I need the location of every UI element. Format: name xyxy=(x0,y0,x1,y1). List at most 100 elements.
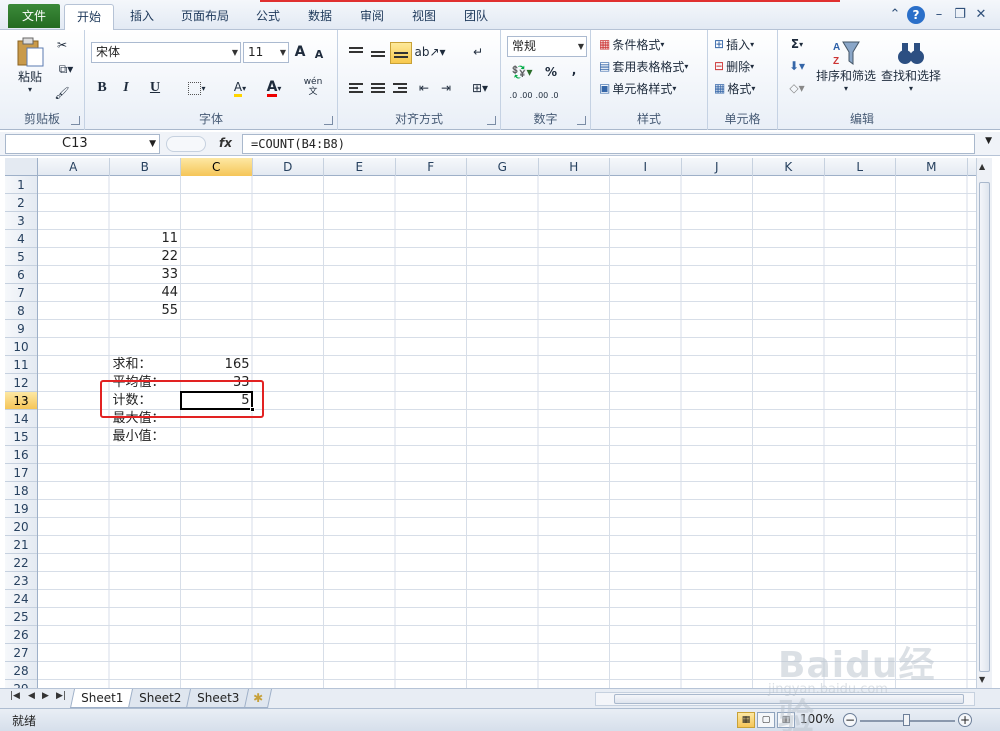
format-as-table-button[interactable]: ▤ 套用表格格式 ▾ xyxy=(599,56,707,76)
cell-b6[interactable]: 33 xyxy=(110,266,182,284)
wrap-text-button[interactable]: ↵ xyxy=(466,42,490,62)
row-header-19[interactable]: 19 xyxy=(5,500,37,518)
row-header-4[interactable]: 4 xyxy=(5,230,37,248)
page-layout-view-button[interactable]: ▢ xyxy=(757,712,775,728)
prev-sheet-icon[interactable]: ◀ xyxy=(28,691,35,701)
comma-button[interactable]: , xyxy=(567,60,581,80)
cell-b5[interactable]: 22 xyxy=(110,248,182,266)
zoom-slider-thumb[interactable] xyxy=(903,714,910,726)
tab-team[interactable]: 团队 xyxy=(454,4,498,30)
cell-area[interactable]: 11 22 33 44 55 求和： 165 平均值： 33 计数： 5 最大值： 最小值： xyxy=(38,176,976,688)
paste-button[interactable]: 粘贴 ▾ xyxy=(10,34,50,96)
font-color-button[interactable]: A ▾ xyxy=(259,78,289,98)
column-header-i[interactable]: I xyxy=(610,158,682,176)
worksheet-grid[interactable]: 11 22 33 44 55 求和： 165 平均值： 33 计数： 5 最大值： 最小值： ABCDE… xyxy=(5,158,976,688)
scroll-up-icon[interactable]: ▲ xyxy=(979,162,985,171)
fill-button[interactable]: ⬇▾ xyxy=(784,56,810,76)
row-header-15[interactable]: 15 xyxy=(5,428,37,446)
underline-button[interactable]: U xyxy=(141,78,169,98)
zoom-level[interactable]: 100% xyxy=(800,712,834,726)
cell-b11[interactable]: 求和： xyxy=(110,356,182,374)
font-launcher-icon[interactable] xyxy=(324,116,333,125)
decrease-indent-button[interactable]: ⇤ xyxy=(414,78,434,98)
zoom-out-button[interactable]: − xyxy=(843,713,857,727)
conditional-format-button[interactable]: ▦ 条件格式 ▾ xyxy=(599,34,703,54)
phonetic-button[interactable]: wén 文 xyxy=(297,76,329,98)
cell-c11[interactable]: 165 xyxy=(181,356,253,374)
row-header-5[interactable]: 5 xyxy=(5,248,37,266)
border-button[interactable]: ▾ xyxy=(183,78,211,98)
sheet-tab-sheet2[interactable]: Sheet2 xyxy=(127,689,193,708)
align-bottom-button[interactable] xyxy=(390,42,412,64)
row-header-27[interactable]: 27 xyxy=(5,644,37,662)
row-header-11[interactable]: 11 xyxy=(5,356,37,374)
column-header-d[interactable]: D xyxy=(253,158,324,176)
last-sheet-icon[interactable]: ▶| xyxy=(56,691,66,701)
sheet-tab-sheet3[interactable]: Sheet3 xyxy=(185,689,251,708)
row-header-1[interactable]: 1 xyxy=(5,176,37,194)
minimize-icon[interactable]: – xyxy=(930,6,948,24)
row-header-16[interactable]: 16 xyxy=(5,446,37,464)
number-format-select[interactable]: 常规 ▼ xyxy=(507,36,587,57)
normal-view-button[interactable]: ▦ xyxy=(737,712,755,728)
column-header-k[interactable]: K xyxy=(753,158,825,176)
cell-b4[interactable]: 11 xyxy=(110,230,182,248)
insert-function-button[interactable]: fx xyxy=(219,136,232,150)
formula-bar-resizer[interactable] xyxy=(166,136,206,152)
tab-formulas[interactable]: 公式 xyxy=(246,4,290,30)
fill-color-button[interactable]: A ▾ xyxy=(225,78,255,98)
decrease-decimal-button[interactable]: .00 .0 xyxy=(535,86,559,106)
name-box[interactable]: C13 ▼ xyxy=(5,134,160,154)
row-header-2[interactable]: 2 xyxy=(5,194,37,212)
row-header-14[interactable]: 14 xyxy=(5,410,37,428)
row-header-20[interactable]: 20 xyxy=(5,518,37,536)
column-header-a[interactable]: A xyxy=(38,158,110,176)
column-header-g[interactable]: G xyxy=(467,158,539,176)
row-header-6[interactable]: 6 xyxy=(5,266,37,284)
column-header-c[interactable]: C xyxy=(181,158,253,176)
increase-decimal-button[interactable]: .0 .00 xyxy=(509,86,533,106)
row-header-28[interactable]: 28 xyxy=(5,662,37,680)
horizontal-scroll-thumb[interactable] xyxy=(614,694,964,704)
row-header-24[interactable]: 24 xyxy=(5,590,37,608)
vertical-scrollbar[interactable]: ▲ ▼ xyxy=(976,158,992,688)
align-middle-button[interactable] xyxy=(368,42,388,62)
find-select-button[interactable]: 查找和选择 ▾ xyxy=(880,34,942,98)
row-header-21[interactable]: 21 xyxy=(5,536,37,554)
row-header-10[interactable]: 10 xyxy=(5,338,37,356)
select-all-button[interactable] xyxy=(5,158,38,176)
column-header-e[interactable]: E xyxy=(324,158,396,176)
zoom-in-button[interactable]: + xyxy=(958,713,972,727)
row-header-9[interactable]: 9 xyxy=(5,320,37,338)
column-header-f[interactable]: F xyxy=(396,158,467,176)
tab-file[interactable]: 文件 xyxy=(8,4,60,28)
font-name-select[interactable]: 宋体 ▼ xyxy=(91,42,241,63)
alignment-launcher-icon[interactable] xyxy=(487,116,496,125)
tab-data[interactable]: 数据 xyxy=(298,4,342,30)
row-header-12[interactable]: 12 xyxy=(5,374,37,392)
row-header-22[interactable]: 22 xyxy=(5,554,37,572)
column-header-m[interactable]: M xyxy=(896,158,968,176)
row-header-17[interactable]: 17 xyxy=(5,464,37,482)
sheet-tab-sheet1[interactable]: Sheet1 xyxy=(69,689,135,708)
autosum-button[interactable]: Σ ▾ xyxy=(784,34,810,54)
italic-button[interactable]: I xyxy=(117,78,135,98)
first-sheet-icon[interactable]: |◀ xyxy=(10,691,20,701)
horizontal-scrollbar[interactable] xyxy=(595,692,975,706)
row-header-25[interactable]: 25 xyxy=(5,608,37,626)
row-header-8[interactable]: 8 xyxy=(5,302,37,320)
vertical-scroll-thumb[interactable] xyxy=(979,182,990,672)
cell-styles-button[interactable]: ▣ 单元格样式 ▾ xyxy=(599,78,703,98)
percent-button[interactable]: % xyxy=(543,62,559,82)
format-painter-button[interactable]: 🖌 xyxy=(52,84,72,102)
column-header-b[interactable]: B xyxy=(110,158,181,176)
orientation-button[interactable]: ab↗▾ xyxy=(414,42,445,62)
close-icon[interactable]: ✕ xyxy=(972,6,990,24)
row-header-13[interactable]: 13 xyxy=(5,392,37,410)
number-launcher-icon[interactable] xyxy=(577,116,586,125)
merge-center-button[interactable]: ⊞▾ xyxy=(466,78,494,98)
tab-insert[interactable]: 插入 xyxy=(120,4,164,30)
cell-b8[interactable]: 55 xyxy=(110,302,182,320)
align-left-button[interactable] xyxy=(346,78,366,98)
minimize-ribbon-icon[interactable]: ⌃ xyxy=(886,6,904,24)
